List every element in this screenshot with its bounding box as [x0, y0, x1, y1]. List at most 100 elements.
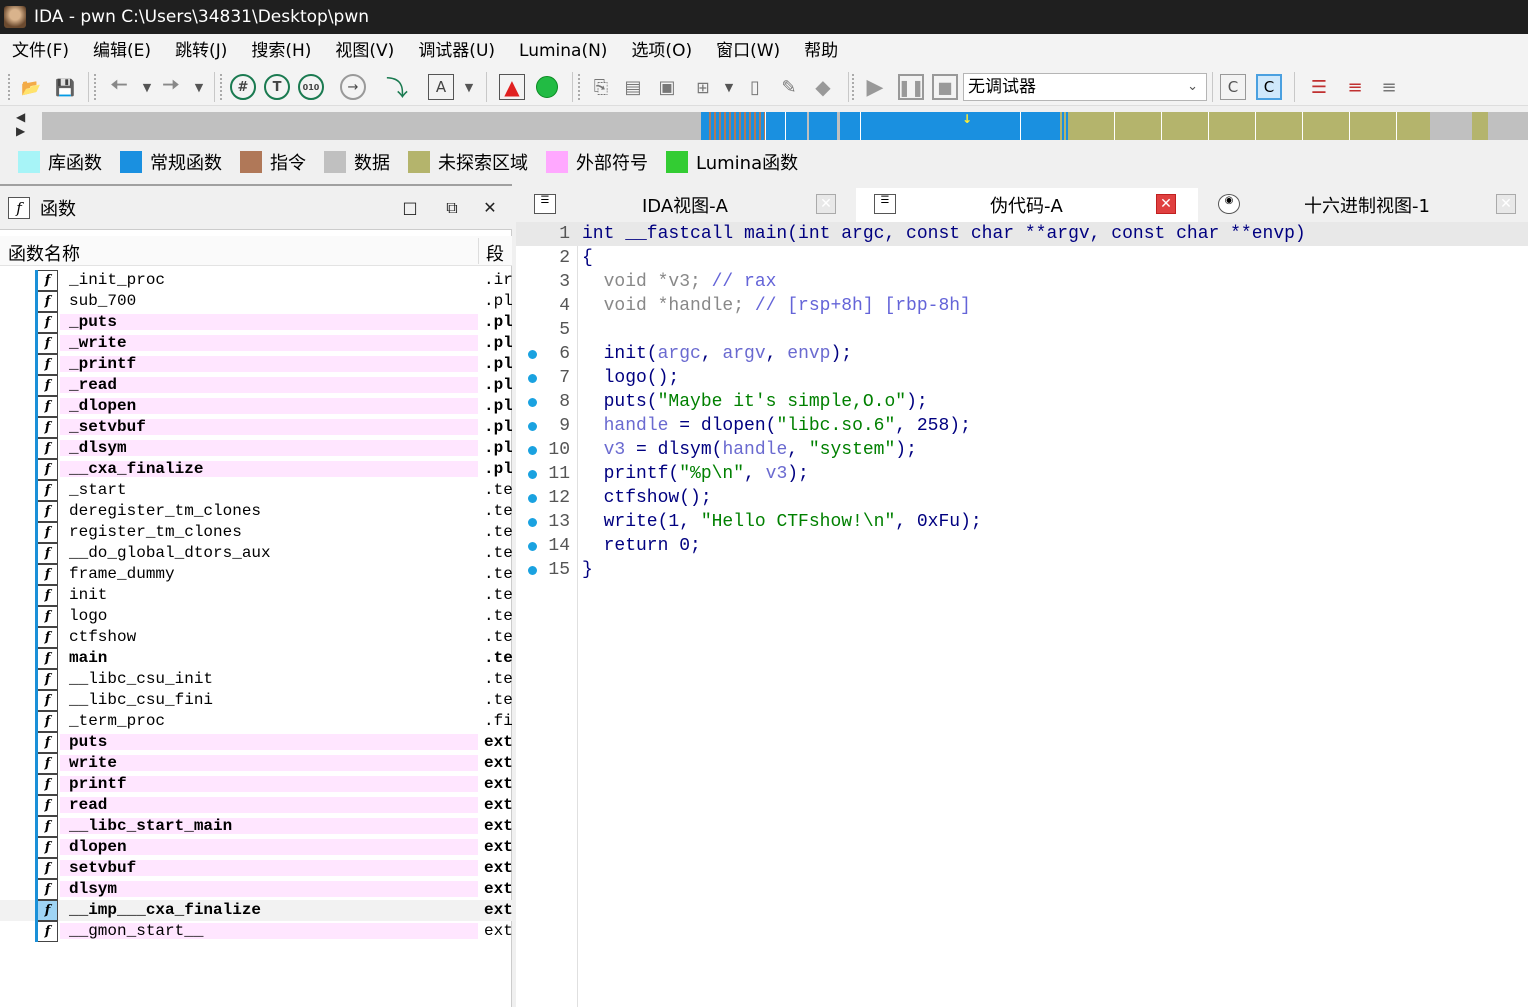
- struct-icon[interactable]: ▣: [654, 74, 680, 100]
- column-function-name[interactable]: 函数名称: [8, 240, 80, 266]
- tab-ida-view-a[interactable]: ☰ IDA视图-A ✕: [516, 188, 854, 222]
- function-row[interactable]: f __libc_csu_init .te: [0, 669, 512, 690]
- function-row[interactable]: f __imp___cxa_finalize ext: [0, 900, 512, 921]
- string-icon[interactable]: A: [428, 74, 454, 100]
- function-row[interactable]: f _term_proc .fi: [0, 711, 512, 732]
- function-row[interactable]: f puts ext: [0, 732, 512, 753]
- breakpoint-dot[interactable]: [528, 446, 537, 455]
- save-icon[interactable]: 💾: [52, 74, 78, 100]
- code-line[interactable]: 12 ctfshow();: [516, 486, 1528, 510]
- add-list-icon[interactable]: ≡: [1342, 74, 1368, 100]
- code-line[interactable]: 1 int __fastcall main(int argc, const ch…: [516, 222, 1528, 246]
- frame-icon[interactable]: ▯: [742, 74, 768, 100]
- chevron-down-icon[interactable]: ▼: [716, 74, 742, 100]
- open-icon[interactable]: 📂: [18, 74, 44, 100]
- function-row[interactable]: f setvbuf ext: [0, 858, 512, 879]
- column-segment[interactable]: 段: [486, 240, 504, 266]
- jump-icon[interactable]: ⤵: [384, 74, 410, 102]
- navigation-strip[interactable]: ↓: [42, 112, 1528, 140]
- breakpoint-dot[interactable]: [528, 374, 537, 383]
- close-icon[interactable]: ✕: [1156, 194, 1176, 214]
- code-line[interactable]: 9 handle = dlopen("libc.so.6", 258);: [516, 414, 1528, 438]
- breakpoint-dot[interactable]: [528, 542, 537, 551]
- breakpoint-dot[interactable]: [528, 350, 537, 359]
- function-row[interactable]: f sub_700 .pl: [0, 291, 512, 312]
- restore-icon[interactable]: ⧉: [442, 198, 462, 218]
- menu-lumina[interactable]: Lumina(N): [507, 34, 619, 68]
- code-line[interactable]: 3 void *v3; // rax: [516, 270, 1528, 294]
- function-row[interactable]: f logo .te: [0, 606, 512, 627]
- menu-file[interactable]: 文件(F): [0, 34, 81, 68]
- function-row[interactable]: f ctfshow .te: [0, 627, 512, 648]
- chevron-down-icon[interactable]: ▼: [134, 74, 160, 100]
- binary-icon[interactable]: 010: [298, 74, 324, 100]
- function-row[interactable]: f __libc_start_main ext: [0, 816, 512, 837]
- menu-debugger[interactable]: 调试器(U): [406, 34, 507, 68]
- code-line[interactable]: 8 puts("Maybe it's simple,O.o");: [516, 390, 1528, 414]
- function-row[interactable]: f write ext: [0, 753, 512, 774]
- maximize-icon[interactable]: □: [400, 198, 420, 218]
- code-line[interactable]: 13 write(1, "Hello CTFshow!\n", 0xFu);: [516, 510, 1528, 534]
- menu-options[interactable]: 选项(O): [619, 34, 704, 68]
- code-line[interactable]: 6 init(argc, argv, envp);: [516, 342, 1528, 366]
- function-row[interactable]: f _puts .pl: [0, 312, 512, 333]
- menu-edit[interactable]: 编辑(E): [81, 34, 163, 68]
- menu-search[interactable]: 搜索(H): [239, 34, 323, 68]
- chevron-down-icon[interactable]: ▼: [456, 74, 482, 100]
- tab-hex-view-1[interactable]: ◉ 十六进制视图-1 ✕: [1200, 188, 1528, 222]
- decompile-icon[interactable]: C: [1256, 74, 1282, 100]
- enum-icon[interactable]: ⊞: [690, 74, 716, 100]
- breakpoint-dot[interactable]: [528, 518, 537, 527]
- segment-icon[interactable]: ▤: [620, 74, 646, 100]
- code-line[interactable]: 14 return 0;: [516, 534, 1528, 558]
- close-icon[interactable]: ✕: [1496, 194, 1516, 214]
- function-row[interactable]: f register_tm_clones .te: [0, 522, 512, 543]
- plugin-icon[interactable]: →: [340, 74, 366, 100]
- green-circle-icon[interactable]: [534, 74, 560, 100]
- function-row[interactable]: f _dlsym .pl: [0, 438, 512, 459]
- function-row[interactable]: f __libc_csu_fini .te: [0, 690, 512, 711]
- text-icon[interactable]: T: [264, 74, 290, 100]
- code-line[interactable]: 4 void *handle; // [rsp+8h] [rbp-8h]: [516, 294, 1528, 318]
- breakpoint-dot[interactable]: [528, 398, 537, 407]
- pause-icon[interactable]: ❚❚: [898, 74, 924, 100]
- remove-list-icon[interactable]: ≡: [1376, 74, 1402, 100]
- tab-pseudocode-a[interactable]: ☰ 伪代码-A ✕: [856, 188, 1198, 222]
- breakpoint-dot[interactable]: [528, 422, 537, 431]
- function-row[interactable]: f _setvbuf .pl: [0, 417, 512, 438]
- play-icon[interactable]: ▶: [862, 74, 888, 100]
- toolbar-grip[interactable]: [8, 74, 11, 100]
- chevron-down-icon[interactable]: ▼: [186, 74, 212, 100]
- menu-window[interactable]: 窗口(W): [704, 34, 792, 68]
- function-row[interactable]: f __gmon_start__ ext: [0, 921, 512, 942]
- function-row[interactable]: f _dlopen .pl: [0, 396, 512, 417]
- run-icon[interactable]: ▲: [499, 74, 525, 100]
- edit-icon[interactable]: ✎: [776, 74, 802, 100]
- function-row[interactable]: f deregister_tm_clones .te: [0, 501, 512, 522]
- code-line[interactable]: 5: [516, 318, 1528, 342]
- code-line[interactable]: 15 }: [516, 558, 1528, 582]
- list-icon[interactable]: ☰: [1306, 74, 1332, 100]
- menu-jump[interactable]: 跳转(J): [163, 34, 239, 68]
- diamond-icon[interactable]: ◆: [810, 74, 836, 100]
- breakpoint-dot[interactable]: [528, 494, 537, 503]
- breakpoint-dot[interactable]: [528, 470, 537, 479]
- function-row[interactable]: f init .te: [0, 585, 512, 606]
- pseudocode-view[interactable]: 1 int __fastcall main(int argc, const ch…: [516, 222, 1528, 1007]
- back-icon[interactable]: 🠤: [106, 73, 132, 100]
- menu-help[interactable]: 帮助: [792, 34, 850, 68]
- debugger-select[interactable]: 无调试器 ⌄: [963, 73, 1207, 101]
- close-icon[interactable]: ✕: [816, 194, 836, 214]
- function-row[interactable]: f __cxa_finalize .pl: [0, 459, 512, 480]
- stop-icon[interactable]: ■: [932, 74, 958, 100]
- function-row[interactable]: f dlopen ext: [0, 837, 512, 858]
- code-c-icon[interactable]: C: [1220, 74, 1246, 100]
- breakpoint-dot[interactable]: [528, 566, 537, 575]
- function-row[interactable]: f _printf .pl: [0, 354, 512, 375]
- function-row[interactable]: f _init_proc .ir: [0, 270, 512, 291]
- function-row[interactable]: f read ext: [0, 795, 512, 816]
- function-row[interactable]: f dlsym ext: [0, 879, 512, 900]
- function-row[interactable]: f _write .pl: [0, 333, 512, 354]
- code-line[interactable]: 2 {: [516, 246, 1528, 270]
- function-row[interactable]: f _start .te: [0, 480, 512, 501]
